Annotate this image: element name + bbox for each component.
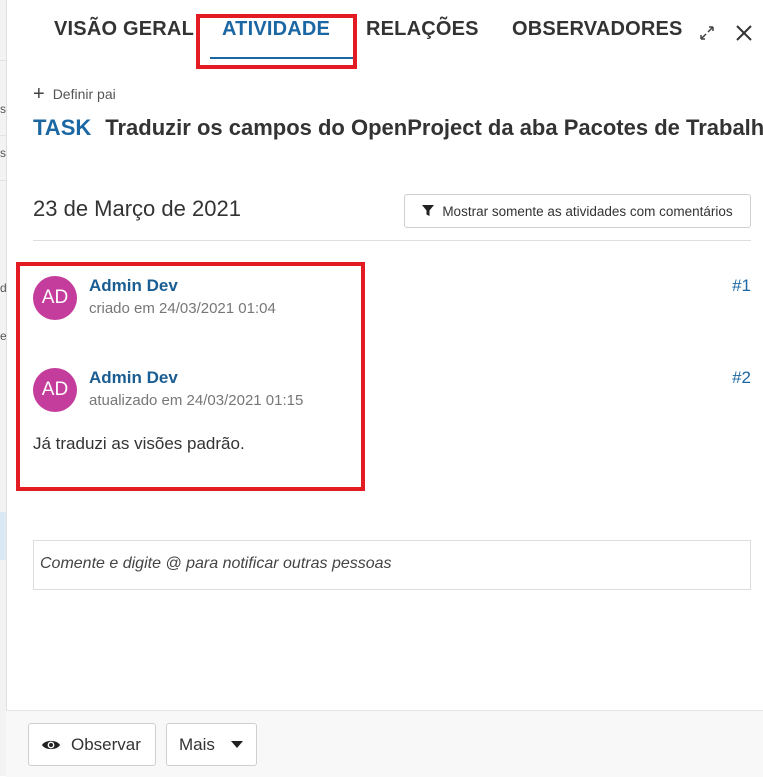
background-list-strip: s s d e [0,0,7,776]
tab-overview[interactable]: VISÃO GERAL [54,18,194,41]
list-text-fragment: s [0,102,6,116]
activity-date-heading: 23 de Março de 2021 [33,196,241,221]
activity-list-highlight [16,262,365,491]
set-parent-link[interactable]: + Definir pai [33,83,116,105]
set-parent-label: Definir pai [52,86,116,102]
list-text-fragment: s [0,146,6,160]
filter-comments-label: Mostrar somente as atividades com coment… [442,203,733,219]
plus-icon: + [33,83,45,105]
more-label: Mais [179,734,215,754]
tab-relations[interactable]: RELAÇÕES [366,18,479,41]
comment-input[interactable]: Comente e digite @ para notificar outras… [33,540,751,590]
list-selected-row [0,512,6,560]
more-button[interactable]: Mais [166,723,257,766]
caret-down-icon [230,740,243,748]
list-divider [0,135,6,136]
list-divider [0,180,6,181]
watch-label: Observar [71,734,141,754]
expand-icon[interactable] [696,22,718,44]
activity-number[interactable]: #2 [732,368,751,388]
activity-number[interactable]: #1 [732,276,751,296]
watch-button[interactable]: Observar [28,723,156,766]
list-text-fragment: d [0,281,7,295]
activity-tab-highlight [196,14,357,69]
work-package-type[interactable]: TASK [33,115,91,141]
list-text-fragment: e [0,329,7,343]
date-divider [33,240,751,241]
eye-icon [42,740,60,749]
filter-icon [422,205,435,216]
filter-comments-button[interactable]: Mostrar somente as atividades com coment… [404,194,751,228]
details-tabs: VISÃO GERAL ATIVIDADE RELAÇÕES OBSERVADO… [6,0,763,68]
work-package-subject[interactable]: Traduzir os campos do OpenProject da aba… [105,115,763,141]
work-package-title: TASK Traduzir os campos do OpenProject d… [33,115,763,141]
close-icon[interactable] [733,22,755,44]
tab-watchers[interactable]: OBSERVADORES [512,18,683,41]
footer-toolbar: Observar Mais [6,710,763,777]
